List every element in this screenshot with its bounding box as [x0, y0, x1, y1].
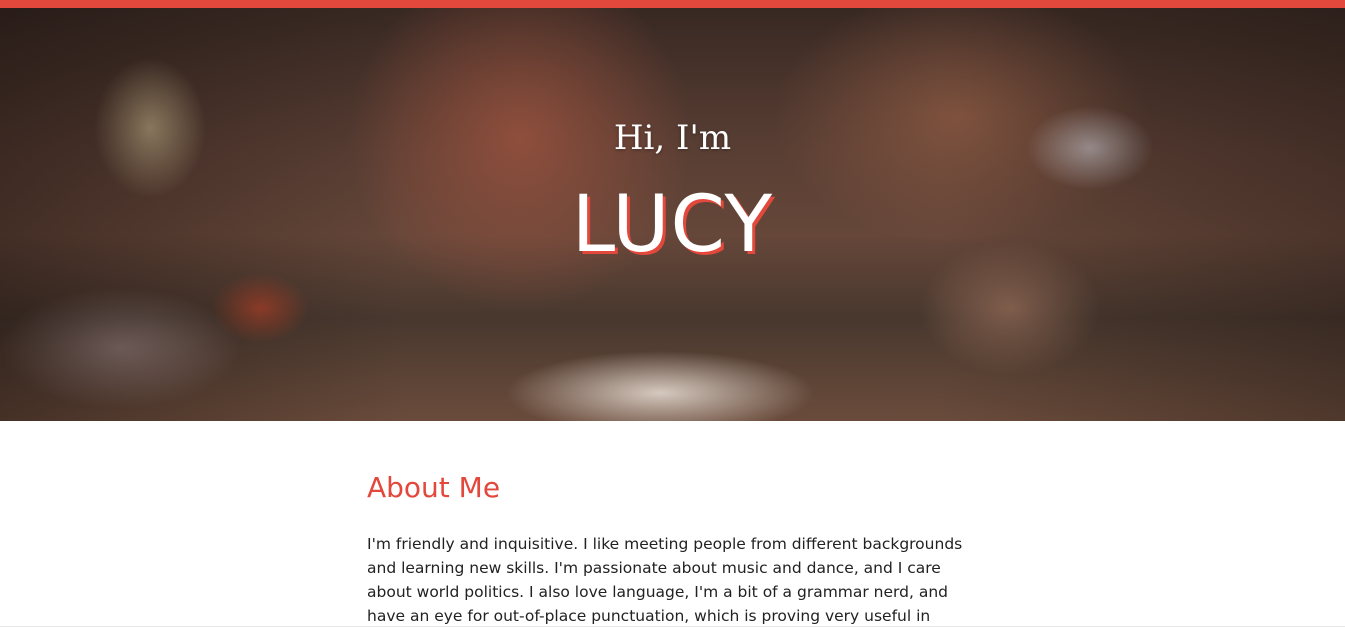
hero-greeting: Hi, I'm: [613, 118, 732, 158]
top-accent-bar: [0, 0, 1345, 8]
about-heading: About Me: [367, 471, 501, 504]
about-section: About Me I'm friendly and inquisitive. I…: [367, 468, 987, 627]
about-paragraph: I'm friendly and inquisitive. I like mee…: [367, 535, 963, 625]
hero-banner: Hi, I'm LUCY: [0, 8, 1345, 421]
hero-name: LUCY: [571, 180, 774, 270]
